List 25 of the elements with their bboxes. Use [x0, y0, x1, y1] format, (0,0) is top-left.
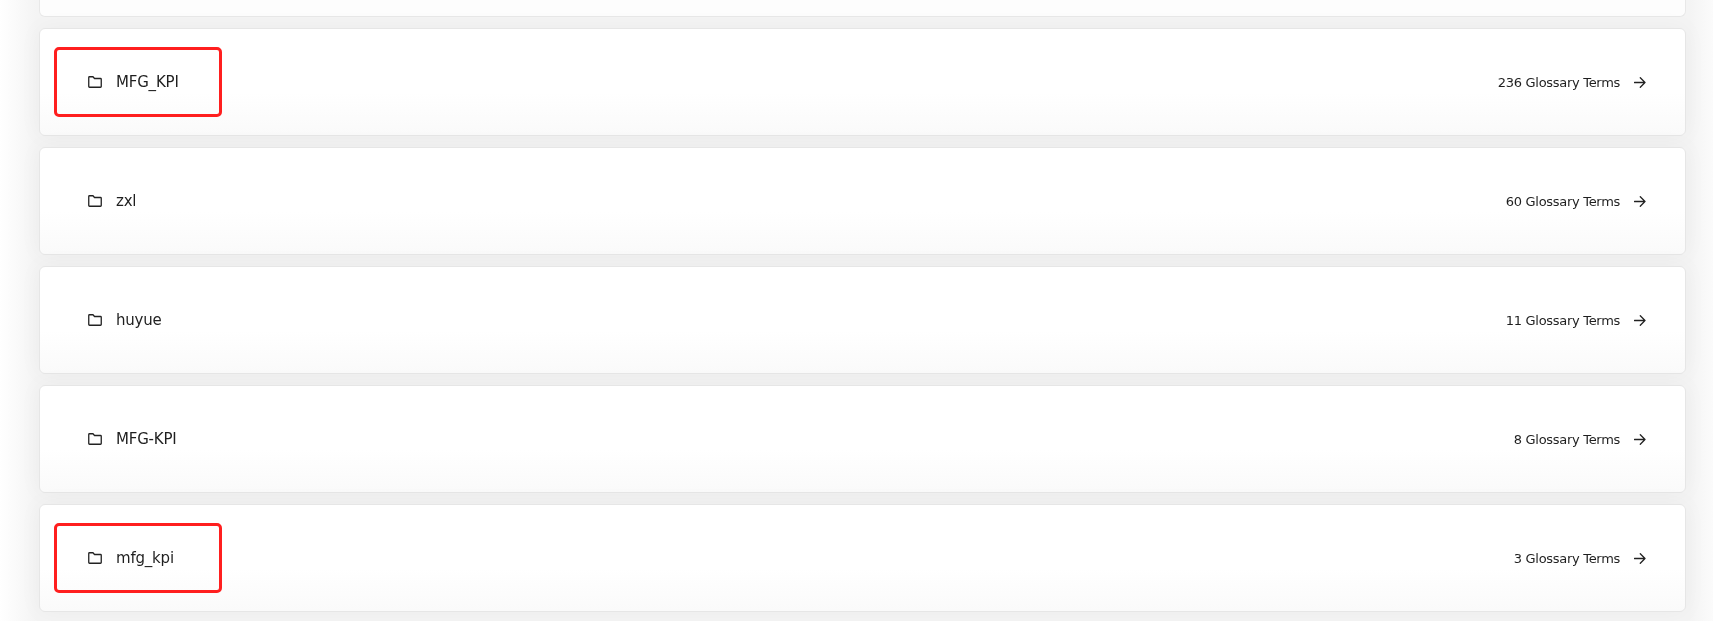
term-count: 11 Glossary Terms: [1505, 312, 1620, 328]
folder-icon: [88, 314, 102, 326]
term-count: 3 Glossary Terms: [1513, 550, 1620, 566]
glossary-name: huyue: [116, 311, 162, 329]
term-count: 236 Glossary Terms: [1497, 74, 1620, 90]
arrow-right-icon[interactable]: [1634, 195, 1646, 207]
arrow-right-icon[interactable]: [1634, 314, 1646, 326]
glossary-card[interactable]: zxl 60 Glossary Terms: [39, 147, 1686, 255]
arrow-right-icon[interactable]: [1634, 552, 1646, 564]
arrow-right-icon[interactable]: [1634, 76, 1646, 88]
glossary-name: mfg_kpi: [116, 549, 174, 567]
folder-icon: [88, 433, 102, 445]
glossary-name: zxl: [116, 192, 137, 210]
folder-icon: [88, 195, 102, 207]
glossary-name: MFG_KPI: [116, 73, 179, 91]
glossary-card[interactable]: MFG_KPI 236 Glossary Terms: [39, 28, 1686, 136]
glossary-card[interactable]: MFG-KPI 8 Glossary Terms: [39, 385, 1686, 493]
glossary-card[interactable]: huyue 11 Glossary Terms: [39, 266, 1686, 374]
arrow-right-icon[interactable]: [1634, 433, 1646, 445]
folder-icon: [88, 552, 102, 564]
glossary-name: MFG-KPI: [116, 430, 177, 448]
glossary-card[interactable]: mfg_kpi 3 Glossary Terms: [39, 504, 1686, 612]
term-count: 60 Glossary Terms: [1505, 193, 1620, 209]
folder-icon: [88, 76, 102, 88]
term-count: 8 Glossary Terms: [1513, 431, 1620, 447]
